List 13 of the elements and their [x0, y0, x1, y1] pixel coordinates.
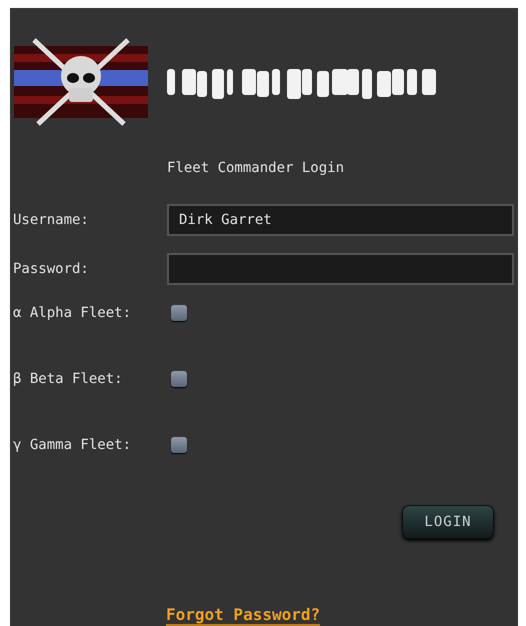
checkbox[interactable] [171, 371, 187, 387]
checkbox[interactable] [171, 305, 187, 321]
login-heading: Fleet Commander Login [167, 160, 346, 176]
fleet-label: β Beta Fleet: [12, 371, 124, 387]
input-field[interactable]: Dirk Garret [167, 204, 514, 236]
field-label: Username: [12, 212, 90, 228]
input-field[interactable] [167, 253, 514, 285]
login-button[interactable]: LOGIN [402, 505, 494, 539]
checkbox[interactable] [171, 437, 187, 453]
fleet-label: γ Gamma Fleet: [12, 437, 132, 453]
fleet-label: α Alpha Fleet: [12, 305, 132, 321]
forgot-password-link[interactable]: Forgot Password? [166, 605, 320, 626]
field-label: Password: [12, 261, 90, 277]
